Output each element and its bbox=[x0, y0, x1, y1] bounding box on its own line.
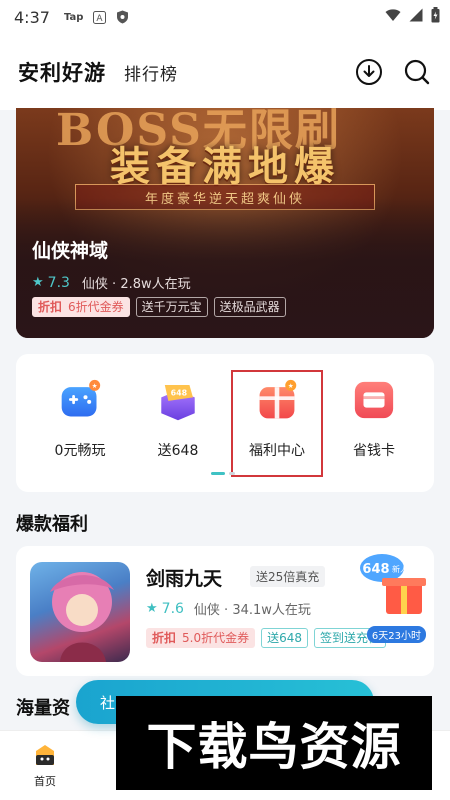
status-time: 4:37 bbox=[14, 7, 50, 27]
discount-value: 5.0折代金券 bbox=[182, 631, 250, 645]
discount-tag: 折扣 6折代金券 bbox=[32, 297, 130, 317]
section-title-mass-resources: 海量资 bbox=[16, 698, 70, 719]
banner-rating: 7.3 bbox=[47, 274, 70, 291]
hot-game-card[interactable]: 剑雨九天 送25倍真充 ★ 7.6 仙侠 · 34.1w人在玩 折扣 5.0折代金… bbox=[16, 546, 434, 676]
watermark-text: 下载鸟资源 bbox=[146, 718, 402, 776]
banner-tags: 折扣 6折代金券 送千万元宝 送极品武器 bbox=[32, 297, 286, 317]
svg-text:★: ★ bbox=[92, 382, 98, 390]
gift-icon: ★ bbox=[255, 378, 299, 422]
home-tab-icon bbox=[36, 745, 54, 765]
svg-text:648: 648 bbox=[362, 562, 389, 577]
banner-tag: 送千万元宝 bbox=[135, 297, 208, 317]
svg-text:A: A bbox=[97, 14, 104, 24]
hot-game-meta: ★ 7.6 仙侠 · 34.1w人在玩 bbox=[146, 599, 311, 619]
search-button[interactable] bbox=[402, 57, 432, 87]
banner-genre-players: 仙侠 · 2.8w人在玩 bbox=[81, 277, 191, 292]
tab-home-label: 首页 bbox=[34, 775, 56, 788]
hot-game-tag: 送648 bbox=[261, 628, 309, 648]
quick-entries-card: ★ 0元畅玩 648 送648 ★ 福利中心 省钱卡 bbox=[16, 354, 434, 492]
section-title-hot-welfare: 爆款福利 bbox=[16, 514, 88, 535]
gift-countdown: 6天23小时 bbox=[366, 626, 426, 643]
banner-tag: 送极品武器 bbox=[213, 297, 286, 317]
quick-entry-648[interactable]: 648 送648 bbox=[132, 378, 224, 460]
discount-tag: 折扣 5.0折代金券 bbox=[146, 628, 256, 648]
quick-entry-savings-card[interactable]: 省钱卡 bbox=[328, 378, 420, 460]
svg-text:★: ★ bbox=[288, 382, 294, 390]
hot-game-rating: 7.6 bbox=[161, 600, 184, 617]
quick-entry-label: 省钱卡 bbox=[353, 443, 395, 459]
featured-banner[interactable]: BOSS无限刷 装备满地爆 年度豪华逆天超爽仙侠 仙侠神域 ★ 7.3 仙侠 ·… bbox=[16, 108, 434, 338]
hot-game-name: 剑雨九天 bbox=[146, 568, 223, 590]
signal-icon bbox=[409, 8, 423, 26]
status-bar: 4:37 Tap A bbox=[0, 0, 450, 34]
shield-notification-icon bbox=[116, 10, 129, 24]
banner-game-meta: ★ 7.3 仙侠 · 2.8w人在玩 bbox=[32, 273, 191, 293]
app-header: 安利好游 排行榜 bbox=[0, 34, 450, 110]
download-icon bbox=[356, 59, 382, 85]
quick-entry-free-play[interactable]: ★ 0元畅玩 bbox=[34, 378, 126, 460]
app-notification-icon: A bbox=[93, 10, 107, 24]
banner-game-name: 仙侠神域 bbox=[32, 240, 109, 262]
svg-text:648: 648 bbox=[171, 389, 188, 398]
page-indicator-dot-active bbox=[211, 472, 225, 475]
battery-icon bbox=[431, 7, 440, 27]
taptap-notification-icon: Tap bbox=[63, 11, 84, 23]
tab-ranking[interactable]: 排行榜 bbox=[124, 60, 178, 85]
page-indicator bbox=[211, 472, 235, 475]
page-indicator-dot bbox=[229, 472, 235, 475]
banner-shade bbox=[16, 198, 434, 338]
floating-pill-text: 社 bbox=[100, 693, 116, 712]
wifi-icon bbox=[385, 8, 401, 26]
quick-entry-welfare-center[interactable]: ★ 福利中心 bbox=[231, 370, 323, 477]
game-thumbnail[interactable] bbox=[30, 562, 130, 662]
newcomer-gift-badge[interactable]: 648 新人礼 bbox=[358, 550, 428, 624]
gamepad-icon: ★ bbox=[58, 378, 102, 422]
page-title: 安利好游 bbox=[18, 61, 106, 85]
quick-entry-label: 0元畅玩 bbox=[54, 443, 106, 459]
card-icon bbox=[352, 378, 396, 422]
discount-label: 折扣 bbox=[38, 300, 63, 314]
discount-value: 6折代金券 bbox=[68, 300, 124, 314]
download-button[interactable] bbox=[354, 57, 384, 87]
search-icon bbox=[404, 59, 430, 85]
hot-game-genre-players: 仙侠 · 34.1w人在玩 bbox=[193, 603, 311, 618]
tab-home[interactable]: 首页 bbox=[20, 743, 70, 789]
gift-box-648-icon: 648 bbox=[156, 378, 200, 422]
discount-label: 折扣 bbox=[152, 631, 177, 645]
hot-game-tags: 折扣 5.0折代金券 送648 签到送充值 bbox=[146, 628, 387, 648]
star-icon: ★ bbox=[32, 275, 44, 290]
watermark-overlay: 下载鸟资源 bbox=[116, 696, 432, 790]
quick-entry-label: 送648 bbox=[157, 443, 199, 459]
svg-text:新人礼: 新人礼 bbox=[392, 564, 416, 574]
quick-entry-label: 福利中心 bbox=[249, 443, 305, 459]
star-icon: ★ bbox=[146, 601, 158, 616]
recharge-badge: 送25倍真充 bbox=[250, 566, 326, 587]
